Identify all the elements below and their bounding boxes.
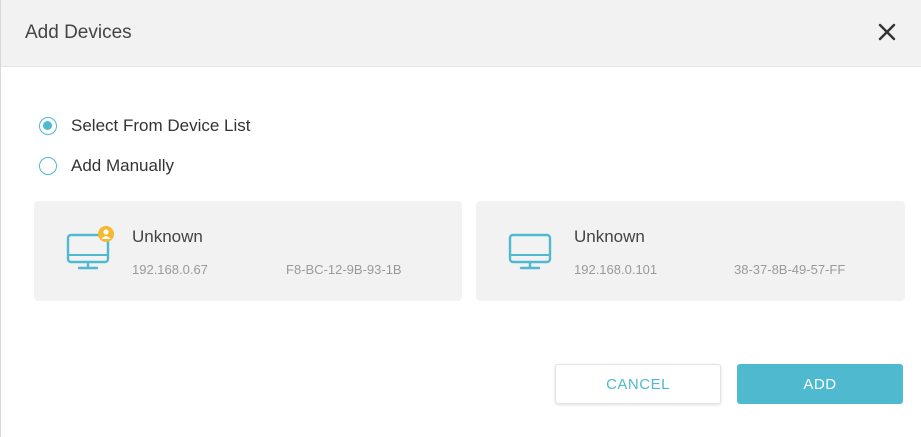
close-icon[interactable]: [873, 18, 901, 46]
radio-button-checked[interactable]: [39, 117, 57, 135]
device-ip: 192.168.0.101: [574, 262, 658, 277]
device-card[interactable]: Unknown 192.168.0.67 F8-BC-12-9B-93-1B: [34, 201, 462, 301]
radio-label-select-from-list: Select From Device List: [71, 116, 251, 135]
radio-select-from-list[interactable]: Select From Device List: [39, 116, 251, 136]
monitor-icon: [66, 226, 114, 270]
dialog-title: Add Devices: [25, 22, 132, 43]
device-name: Unknown: [132, 227, 203, 246]
device-mac: 38-37-8B-49-57-FF: [734, 262, 846, 277]
user-badge-icon: [98, 226, 114, 242]
cancel-button[interactable]: CANCEL: [555, 364, 721, 404]
device-card[interactable]: Unknown 192.168.0.101 38-37-8B-49-57-FF: [476, 201, 905, 301]
radio-add-manually[interactable]: Add Manually: [39, 156, 174, 176]
radio-button-unchecked[interactable]: [39, 157, 57, 175]
add-button[interactable]: ADD: [737, 364, 903, 404]
radio-label-add-manually: Add Manually: [71, 156, 175, 175]
device-mac: F8-BC-12-9B-93-1B: [286, 262, 402, 277]
device-name: Unknown: [574, 227, 645, 246]
add-devices-dialog: Add Devices Select From Device List Add …: [0, 0, 921, 437]
monitor-icon: [508, 233, 552, 270]
device-ip: 192.168.0.67: [132, 262, 208, 277]
dialog-header: Add Devices: [1, 0, 921, 67]
